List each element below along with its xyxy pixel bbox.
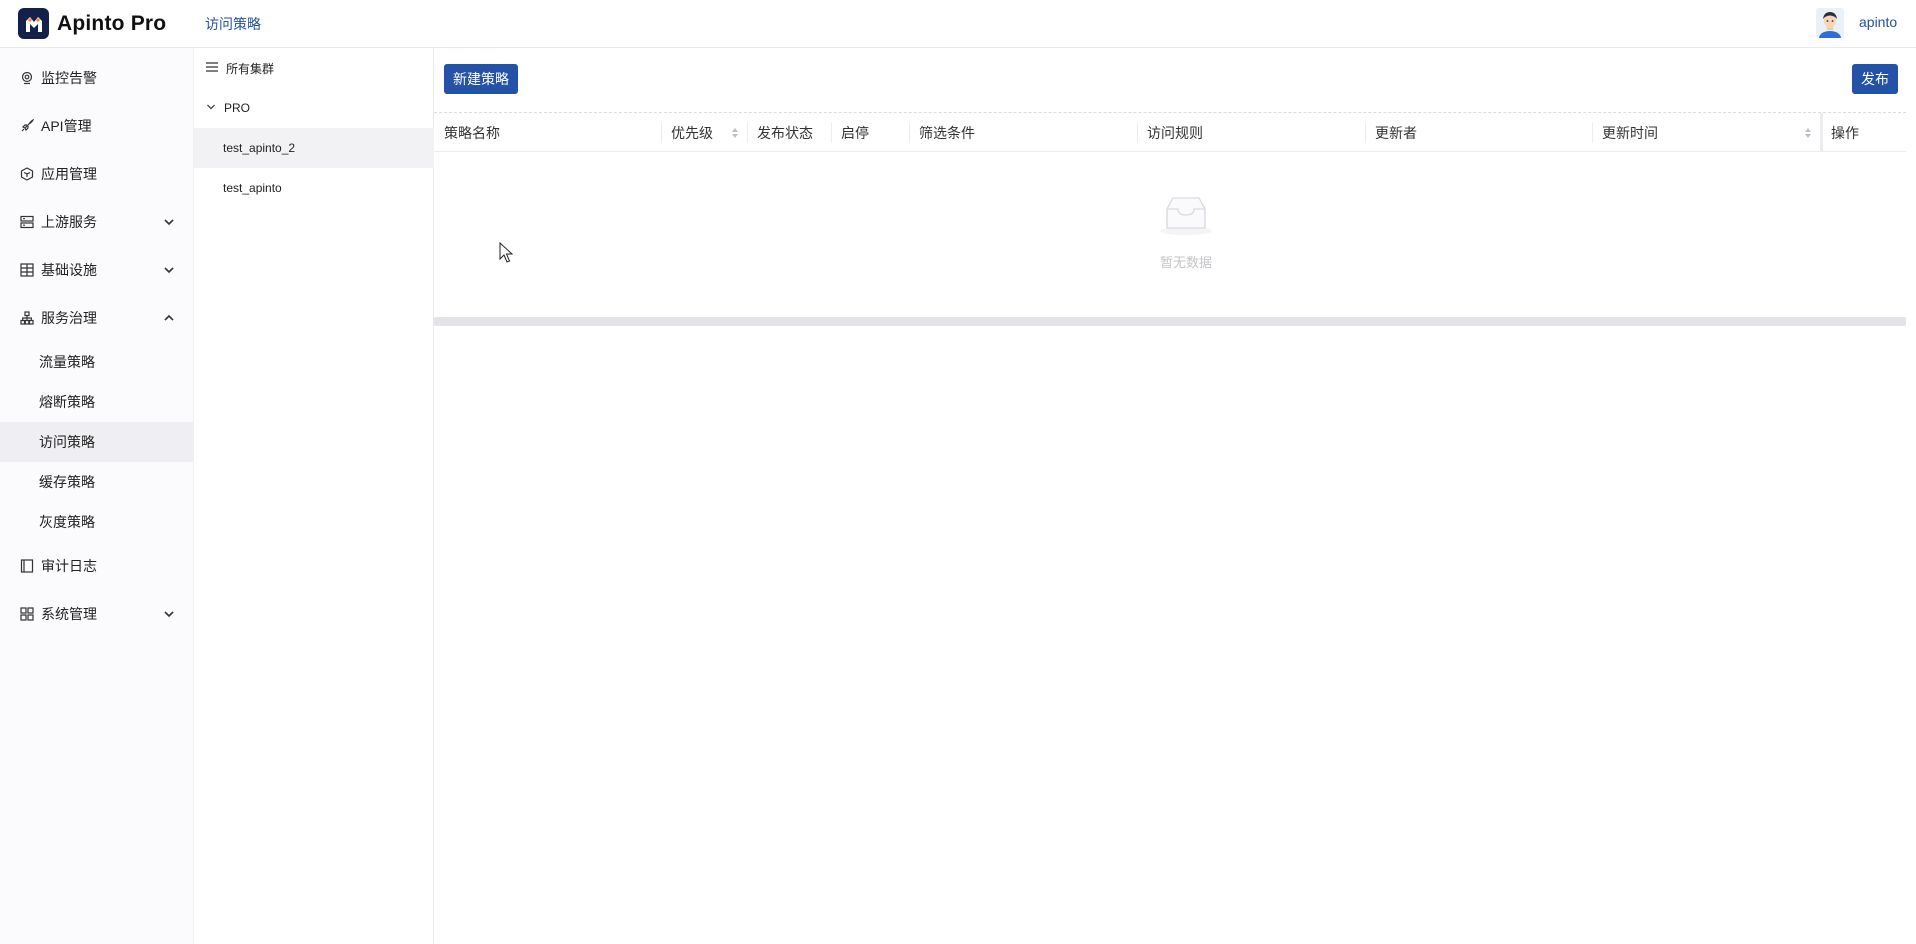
sidebar-item-label: 监控告警 [41, 70, 97, 86]
camera-icon [19, 70, 35, 86]
column-separator [1137, 123, 1138, 143]
username[interactable]: apinto [1859, 14, 1897, 30]
mouse-cursor-icon [499, 242, 513, 263]
sidebar-item-monitor[interactable]: 监控告警 [0, 54, 194, 102]
sidebar: 监控告警 API管理 应用管理 上游服务 基础设施 服务治理 流量策略 熔断策略… [0, 48, 194, 944]
app-logo[interactable]: Apinto Pro [18, 8, 166, 39]
menu-icon [206, 61, 218, 75]
sidebar-item-apps[interactable]: 应用管理 [0, 150, 194, 198]
sidebar-subitem-label: 缓存策略 [39, 474, 95, 490]
sidebar-subitem-label: 流量策略 [39, 354, 95, 370]
sidebar-subitem-access[interactable]: 访问策略 [0, 422, 194, 462]
column-header-toggle: 启停 [831, 113, 909, 152]
column-separator [661, 123, 662, 143]
apinto-logo-icon [18, 8, 49, 39]
rocket-icon [19, 118, 35, 134]
sidebar-subitem-circuit-breaker[interactable]: 熔断策略 [0, 382, 194, 422]
column-separator [747, 123, 748, 143]
sidebar-item-label: 审计日志 [41, 558, 97, 574]
column-header-filters: 筛选条件 [909, 113, 1137, 152]
column-separator [1365, 123, 1366, 143]
chevron-up-icon [164, 314, 174, 321]
cluster-item-label: test_apinto_2 [223, 141, 296, 155]
new-strategy-button[interactable]: 新建策略 [444, 64, 518, 94]
chevron-down-icon [206, 101, 216, 115]
sidebar-item-label: 基础设施 [41, 262, 97, 278]
sort-icon[interactable] [731, 127, 739, 139]
sidebar-item-system[interactable]: 系统管理 [0, 590, 194, 638]
sidebar-item-label: 上游服务 [41, 214, 97, 230]
sidebar-item-governance[interactable]: 服务治理 [0, 294, 194, 342]
sidebar-item-api[interactable]: API管理 [0, 102, 194, 150]
sidebar-subitem-cache[interactable]: 缓存策略 [0, 462, 194, 502]
cluster-group-pro[interactable]: PRO [206, 98, 250, 118]
empty-box-icon [1160, 197, 1212, 235]
sitemap-icon [19, 310, 35, 326]
column-header-priority[interactable]: 优先级 [661, 113, 747, 152]
strategy-table: 策略名称 优先级 发布状态 启停 筛选条件 访问规则 更新者 更新时间 操作 暂… [434, 112, 1906, 326]
horizontal-scrollbar[interactable] [434, 317, 1906, 326]
sidebar-item-label: 应用管理 [41, 166, 97, 182]
app-name: Apinto Pro [57, 11, 167, 35]
column-header-update-time[interactable]: 更新时间 [1592, 113, 1820, 152]
table-empty-state: 暂无数据 [434, 152, 1906, 317]
sidebar-subitem-label: 灰度策略 [39, 514, 95, 530]
column-header-access-rule: 访问规则 [1137, 113, 1365, 152]
book-icon [19, 558, 35, 574]
all-clusters-label: 所有集群 [226, 61, 275, 76]
cluster-panel: 所有集群 PRO test_apinto_2 test_apinto [194, 48, 434, 944]
server-icon [19, 214, 35, 230]
column-separator [909, 123, 910, 143]
chevron-down-icon [164, 611, 174, 618]
main-content: 新建策略 发布 策略名称 优先级 发布状态 启停 筛选条件 访问规则 更新者 更… [434, 48, 1916, 944]
sidebar-item-audit-log[interactable]: 审计日志 [0, 542, 194, 590]
publish-button[interactable]: 发布 [1852, 64, 1898, 94]
sort-icon[interactable] [1804, 127, 1812, 139]
all-clusters-header[interactable]: 所有集群 [206, 58, 274, 78]
grid-icon [19, 262, 35, 278]
sidebar-subitem-label: 熔断策略 [39, 394, 95, 410]
apps-icon [19, 606, 35, 622]
column-header-actions: 操作 [1820, 113, 1906, 152]
cluster-item-test-apinto-2[interactable]: test_apinto_2 [194, 128, 434, 168]
column-separator [1592, 123, 1593, 143]
column-header-updater: 更新者 [1365, 113, 1592, 152]
column-header-name: 策略名称 [444, 124, 500, 141]
chevron-down-icon [164, 219, 174, 226]
sidebar-item-label: 系统管理 [41, 606, 97, 622]
sidebar-subitem-grey[interactable]: 灰度策略 [0, 502, 194, 542]
sidebar-item-label: API管理 [41, 118, 92, 134]
column-separator [831, 123, 832, 143]
chevron-down-icon [164, 267, 174, 274]
cube-icon [19, 166, 35, 182]
table-header: 策略名称 优先级 发布状态 启停 筛选条件 访问规则 更新者 更新时间 操作 [434, 112, 1906, 152]
sidebar-item-infrastructure[interactable]: 基础设施 [0, 246, 194, 294]
avatar[interactable] [1816, 8, 1844, 38]
empty-text: 暂无数据 [1159, 255, 1212, 270]
sidebar-subitem-label: 访问策略 [39, 434, 95, 450]
sidebar-subitem-traffic[interactable]: 流量策略 [0, 342, 194, 382]
cluster-item-test-apinto[interactable]: test_apinto [194, 168, 434, 208]
cluster-item-label: test_apinto [223, 181, 282, 195]
sidebar-item-label: 服务治理 [41, 310, 97, 326]
top-bar: Apinto Pro 访问策略 apinto [0, 0, 1916, 48]
cluster-group-label: PRO [224, 101, 251, 115]
column-header-publish-status: 发布状态 [747, 113, 831, 152]
sidebar-item-upstream[interactable]: 上游服务 [0, 198, 194, 246]
breadcrumb[interactable]: 访问策略 [205, 14, 261, 34]
